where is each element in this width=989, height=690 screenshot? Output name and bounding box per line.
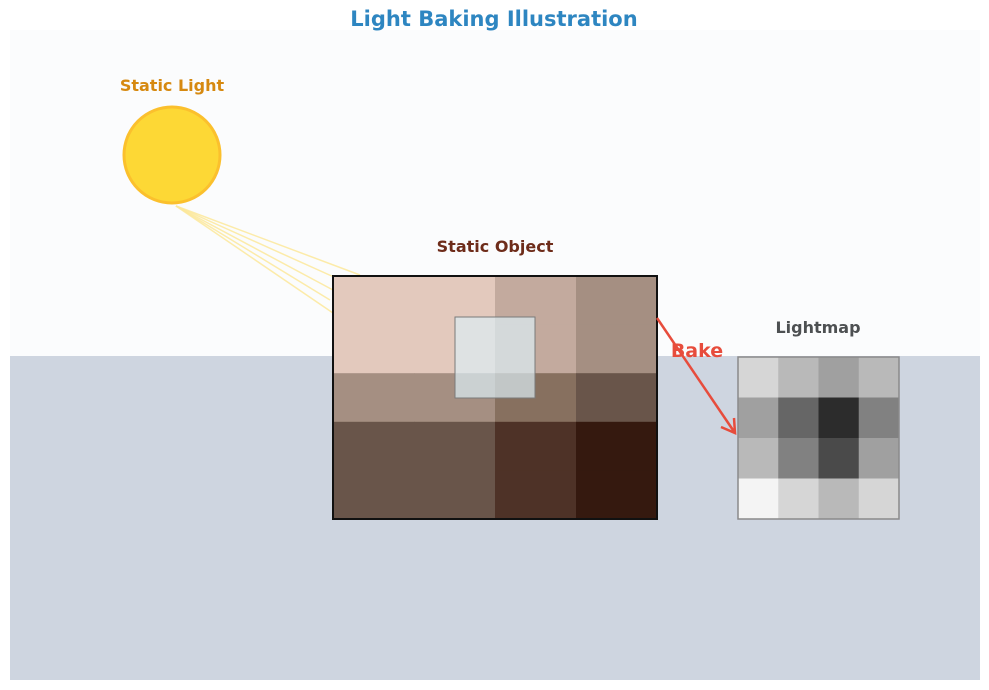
static-light-label: Static Light [120, 76, 225, 95]
object-shading-cell [333, 373, 415, 423]
object-shading-cell [495, 421, 577, 471]
lightmap-texel [738, 357, 779, 398]
object-shading-cell [576, 373, 658, 423]
object-shading-cell [576, 276, 658, 326]
lightmap-texel [778, 438, 819, 479]
static-light-sun [122, 105, 222, 205]
lightmap-texel [738, 478, 779, 520]
object-shading-cell [414, 421, 496, 471]
light-baking-diagram: Light Baking Illustration Static Light S… [10, 7, 980, 680]
lightmap-texture [738, 357, 900, 520]
lightmap-texel [858, 438, 900, 479]
object-shading-cell [576, 324, 658, 374]
lightmap-texel [778, 397, 819, 439]
lightmap-texel [858, 357, 900, 398]
object-shading-cell [414, 470, 496, 520]
lightmap-texel [818, 397, 860, 439]
lightmap-label: Lightmap [775, 318, 860, 337]
lightmap-texel [738, 438, 779, 479]
static-object-label: Static Object [437, 237, 554, 256]
lightmap-texel [858, 397, 900, 439]
lightmap-texel [738, 397, 779, 439]
bake-label: Bake [671, 340, 723, 362]
lightmap-texel [818, 438, 860, 479]
object-shading-cell [495, 470, 577, 520]
window-overlay [454, 316, 536, 399]
object-shading-cell [576, 470, 658, 520]
lightmap-texel [818, 478, 860, 520]
object-shading-cell [333, 421, 415, 471]
lightmap-texel [778, 357, 819, 398]
object-shading-cell [576, 421, 658, 471]
lightmap-texel [778, 478, 819, 520]
object-shading-cell [333, 470, 415, 520]
object-shading-cell [333, 324, 415, 374]
lightmap-texel [818, 357, 860, 398]
lightmap-texel [858, 478, 900, 520]
diagram-title: Light Baking Illustration [350, 7, 637, 31]
object-shading-cell [333, 276, 415, 326]
